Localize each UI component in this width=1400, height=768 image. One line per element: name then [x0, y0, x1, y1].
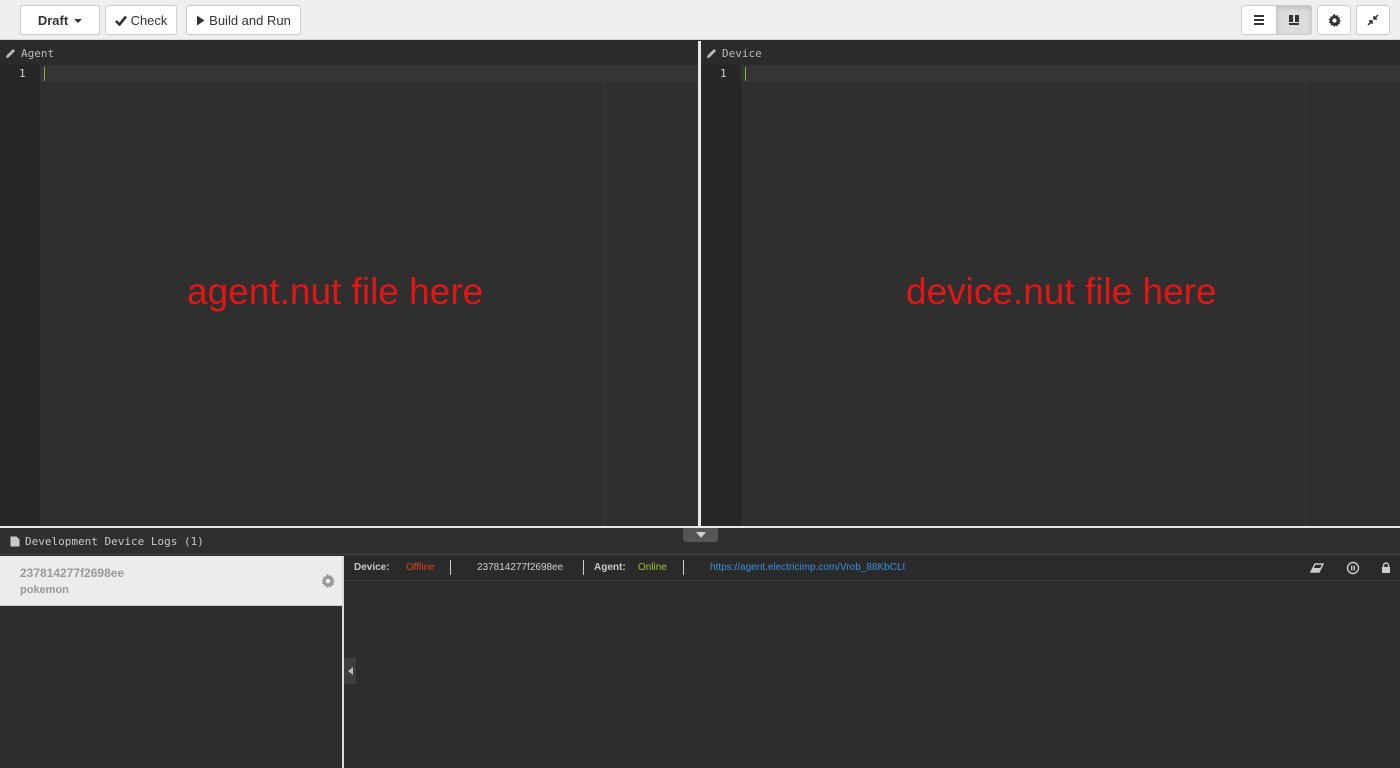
list-view-button[interactable] [1241, 5, 1277, 35]
device-active-line [741, 65, 1400, 82]
eraser-icon[interactable] [1310, 561, 1324, 575]
split-view-icon [1289, 15, 1299, 25]
toolbar: Draft Check Build and Run [0, 0, 1400, 40]
gear-icon [1327, 13, 1341, 27]
build-and-run-button[interactable]: Build and Run [186, 5, 301, 35]
agent-line-number: 1 [19, 67, 26, 80]
device-editor[interactable]: Device 1 device.nut file here [701, 41, 1400, 527]
device-editor-header: Device [701, 41, 1400, 65]
check-label: Check [130, 12, 168, 28]
agent-editor-title: Agent [21, 46, 55, 60]
chevron-down-icon [695, 532, 706, 538]
check-button[interactable]: Check [105, 5, 177, 35]
device-list-panel: 237814277f2698ee pokemon [0, 556, 343, 768]
logs-header-title: Development Device Logs (1) [25, 534, 204, 548]
device-text-cursor [745, 67, 746, 81]
device-panel-toggle[interactable] [344, 658, 356, 684]
lock-icon[interactable] [1379, 561, 1393, 575]
device-list-item[interactable]: 237814277f2698ee pokemon [0, 556, 343, 606]
checkmark-icon [114, 15, 127, 26]
agent-text-cursor [44, 67, 45, 81]
status-bar: Device: Offline 237814277f2698ee Agent: … [344, 556, 1400, 581]
device-placeholder-text: device.nut file here [906, 271, 1217, 312]
collapse-icon [1367, 14, 1379, 26]
device-list-item-id: 237814277f2698ee [20, 566, 125, 580]
agent-url-link[interactable]: https://agent.electricimp.com/Vrob_88KbC… [710, 562, 905, 573]
agent-placeholder-text: agent.nut file here [187, 271, 484, 312]
pencil-icon [6, 48, 15, 58]
gear-icon[interactable] [321, 574, 335, 588]
draft-dropdown-button[interactable]: Draft [20, 5, 100, 35]
draft-label: Draft [37, 12, 69, 28]
agent-editor[interactable]: Agent 1 agent.nut file here [0, 41, 698, 527]
device-status-label: Device: [354, 562, 390, 573]
build-and-run-label: Build and Run [209, 12, 291, 28]
device-list-item-name: pokemon [20, 584, 69, 596]
log-output-area: Device: Offline 237814277f2698ee Agent: … [344, 556, 1400, 768]
device-line-number: 1 [720, 67, 727, 80]
caret-down-icon [74, 19, 83, 23]
collapse-button[interactable] [1356, 5, 1390, 35]
device-status-value: Offline [406, 562, 435, 573]
status-separator [683, 560, 684, 575]
agent-active-line [40, 65, 698, 82]
agent-print-margin [604, 82, 605, 527]
agent-gutter [0, 65, 40, 527]
pencil-icon [707, 48, 716, 58]
pause-icon[interactable] [1346, 561, 1360, 575]
agent-status-value: Online [638, 562, 667, 573]
agent-editor-header: Agent [0, 41, 698, 65]
file-icon [10, 536, 20, 546]
agent-status-label: Agent: [594, 562, 626, 573]
play-icon [197, 15, 205, 25]
device-editor-title: Device [722, 46, 762, 60]
status-separator [583, 560, 584, 575]
split-view-button[interactable] [1276, 5, 1312, 35]
device-gutter [701, 65, 741, 527]
logs-toggle-button[interactable] [683, 528, 718, 542]
settings-button[interactable] [1317, 5, 1351, 35]
device-id-value: 237814277f2698ee [477, 562, 564, 573]
chevron-left-icon [347, 667, 353, 675]
status-separator [450, 560, 451, 575]
list-view-icon [1254, 15, 1264, 25]
device-print-margin [1305, 82, 1306, 527]
